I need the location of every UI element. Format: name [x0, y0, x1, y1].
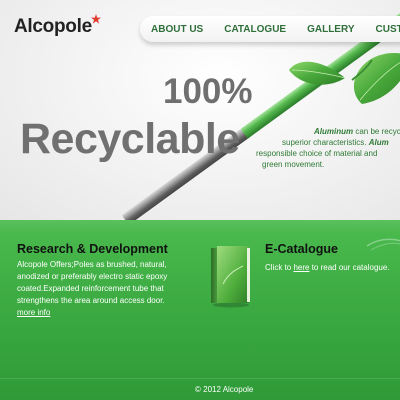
nav-custom-design[interactable]: CUSTOM DESIGN — [365, 24, 400, 35]
ecatalogue-text-suffix: to read our catalogue. — [309, 263, 390, 272]
nav-gallery[interactable]: GALLERY — [296, 24, 354, 35]
headline-percent: 100% — [163, 72, 253, 111]
ecatalogue-body: Click to here to read our catalogue. — [265, 262, 395, 273]
hero-description: Aluminum can be recycled superior charac… — [256, 126, 400, 170]
hero-text-line4: green movement. — [262, 160, 325, 169]
nav-catalogue[interactable]: CATALOGUE — [213, 24, 286, 35]
book-icon[interactable] — [209, 244, 251, 308]
section-divider — [0, 220, 400, 234]
hero-section: Alcopole ABOUT US CATALOGUE GALLERY CUST… — [0, 0, 400, 220]
more-info-link[interactable]: more info — [17, 308, 50, 317]
hero-text-aluminum: Aluminum — [314, 127, 354, 136]
ecatalogue-title: E-Catalogue — [265, 242, 338, 256]
research-title: Research & Development — [17, 242, 168, 256]
footer-divider — [0, 378, 400, 379]
page: Alcopole ABOUT US CATALOGUE GALLERY CUST… — [0, 0, 400, 400]
nav-about-us[interactable]: ABOUT US — [140, 24, 203, 35]
ecatalogue-text-prefix: Click to — [265, 263, 294, 272]
brand-logo[interactable]: Alcopole — [14, 14, 101, 37]
ecatalogue-here-link[interactable]: here — [293, 263, 309, 272]
hero-text-line1: can be recycled — [355, 127, 400, 136]
hero-text-alum: Alum — [368, 138, 389, 147]
hero-text-line2: superior characteristics. — [282, 138, 369, 147]
footer: © 2012 Alcopole — [0, 380, 400, 400]
research-text: Alcopole Offers;Poles as brushed, natura… — [17, 260, 168, 305]
hero-text-line3: responsible choice of material and — [256, 149, 378, 158]
headline-recyclable: Recyclable — [20, 115, 240, 163]
swoosh-icon — [366, 238, 400, 251]
research-body: Alcopole Offers;Poles as brushed, natura… — [17, 259, 197, 319]
copyright-text: © 2012 Alcopole — [195, 385, 254, 394]
main-nav: ABOUT US CATALOGUE GALLERY CUSTOM DESIGN — [140, 16, 400, 42]
brand-name: Alcopole — [14, 16, 92, 37]
star-icon — [90, 14, 101, 24]
